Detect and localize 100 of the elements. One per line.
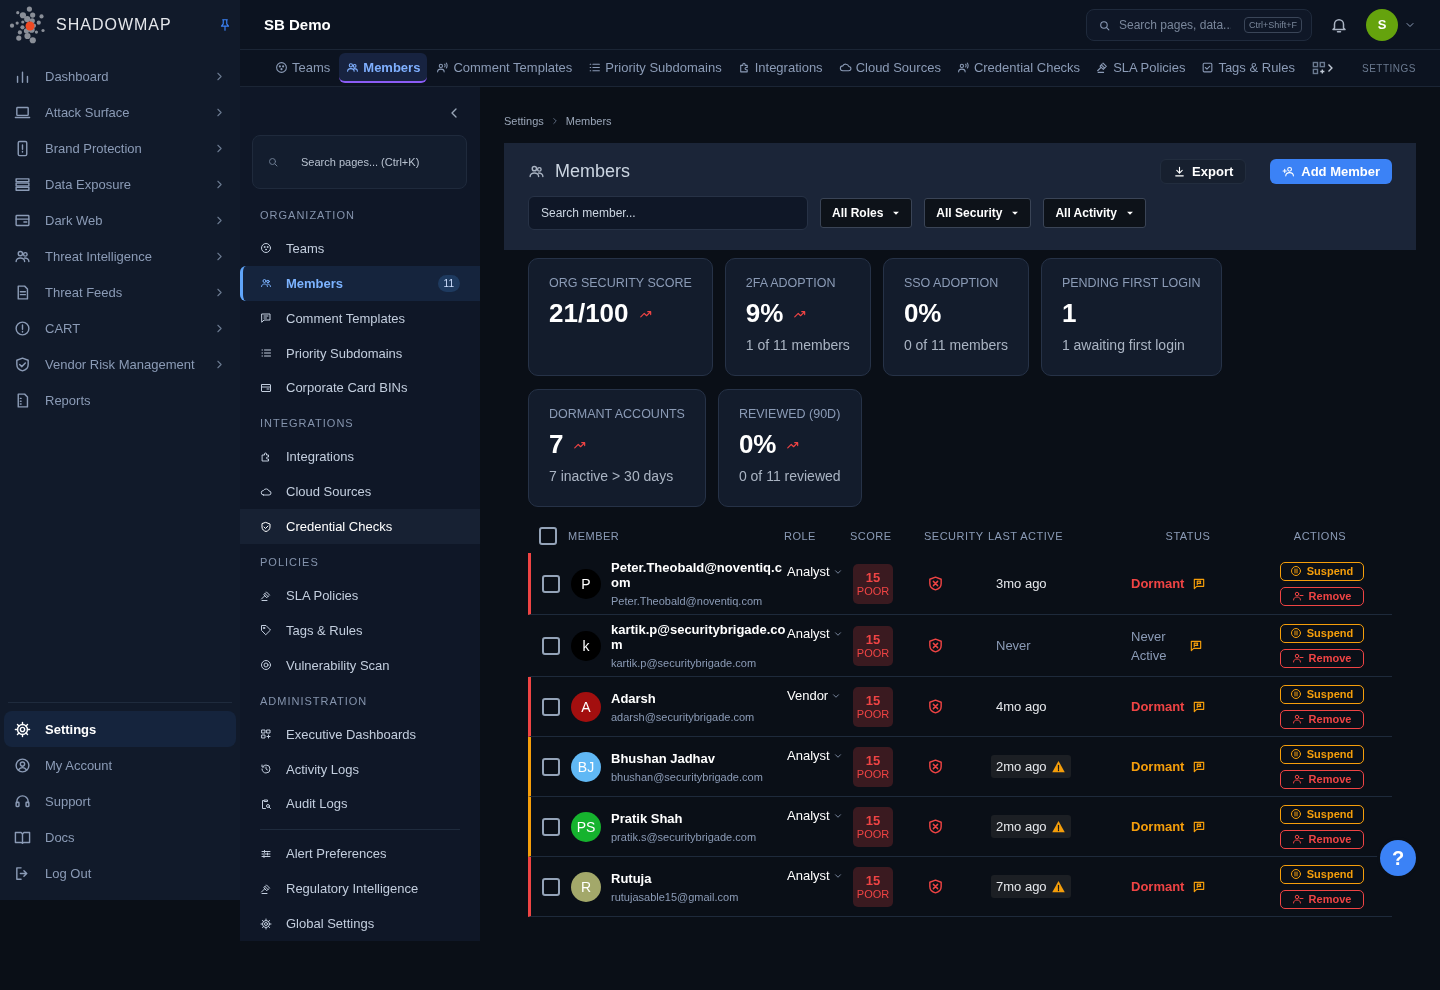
sidebar-item[interactable]: Dark Web xyxy=(4,202,236,238)
checkbox[interactable] xyxy=(542,697,560,716)
nav-item[interactable]: Audit Logs xyxy=(240,786,480,822)
checkbox[interactable] xyxy=(542,636,560,655)
column-header: MEMBER xyxy=(568,530,621,542)
checkbox[interactable] xyxy=(542,574,560,593)
role-dropdown[interactable]: Analyst xyxy=(787,626,853,641)
sidebar-item[interactable]: Settings xyxy=(4,711,236,747)
comment-flag-icon[interactable] xyxy=(1192,576,1207,591)
remove-button[interactable]: Remove xyxy=(1279,586,1364,606)
search-field[interactable]: Search member... xyxy=(528,196,808,230)
role-dropdown[interactable]: Analyst xyxy=(787,748,853,763)
pin-icon[interactable] xyxy=(218,18,232,32)
people-icon xyxy=(528,163,545,180)
tab[interactable]: Integrations xyxy=(730,53,830,83)
suspend-button[interactable]: Suspend xyxy=(1279,864,1364,884)
role-dropdown[interactable]: Analyst xyxy=(787,564,853,579)
nav-item[interactable]: Integrations xyxy=(240,439,480,475)
sidebar-item[interactable]: Support xyxy=(4,783,236,819)
nav-item[interactable]: Credential Checks xyxy=(240,509,480,545)
nav-item[interactable]: Members 11 xyxy=(240,265,480,301)
last-active: 4mo ago xyxy=(995,698,1048,716)
sidebar-item[interactable]: Reports xyxy=(4,382,236,418)
puzzle-icon xyxy=(737,60,751,74)
filter-dropdown[interactable]: All Roles xyxy=(820,198,913,228)
role-dropdown[interactable]: Vendor xyxy=(787,688,853,703)
breadcrumb-link[interactable]: Members xyxy=(565,115,612,127)
sidebar-item[interactable]: CART xyxy=(4,310,236,346)
nav-item[interactable]: Priority Subdomains xyxy=(240,335,480,371)
role-dropdown[interactable]: Analyst xyxy=(787,808,853,823)
face-icon xyxy=(275,60,288,74)
comment-flag-icon[interactable] xyxy=(1189,638,1203,653)
user-plus-icon xyxy=(1282,165,1296,178)
stat-note: 0 of 11 members xyxy=(903,337,1008,353)
target-icon xyxy=(260,659,272,672)
nav-item[interactable]: Comment Templates xyxy=(240,300,480,336)
comment-flag-icon[interactable] xyxy=(1192,759,1207,774)
tab[interactable]: Comment Templates xyxy=(429,53,580,83)
sidebar-item[interactable]: Threat Feeds xyxy=(4,274,236,310)
nav-item[interactable]: Teams xyxy=(240,230,480,266)
tab[interactable]: Teams xyxy=(268,53,338,83)
remove-button[interactable]: Remove xyxy=(1279,769,1364,789)
nav-item[interactable]: SLA Policies xyxy=(240,578,480,613)
tab[interactable]: Members xyxy=(339,53,428,83)
checkbox[interactable] xyxy=(542,757,560,776)
remove-button[interactable]: Remove xyxy=(1279,648,1364,668)
comment-flag-icon[interactable] xyxy=(1192,879,1207,894)
sidebar-item[interactable]: My Account xyxy=(4,747,236,783)
stat-note: 1 of 11 members xyxy=(745,337,850,353)
nav-item[interactable]: Alert Preferences xyxy=(240,836,480,872)
remove-button[interactable]: Remove xyxy=(1279,709,1364,729)
nav-item[interactable]: Global Settings xyxy=(240,906,480,941)
filter-dropdown[interactable]: All Activity xyxy=(1043,198,1146,228)
export-button[interactable]: Export xyxy=(1160,159,1247,184)
suspend-button[interactable]: Suspend xyxy=(1279,804,1364,824)
checkbox[interactable] xyxy=(542,877,560,896)
suspend-button[interactable]: Suspend xyxy=(1279,561,1364,581)
section-caption: SETTINGS xyxy=(1362,62,1416,74)
sidebar-item[interactable]: Vendor Risk Management xyxy=(4,346,236,382)
sidebar-item[interactable]: Brand Protection xyxy=(4,130,236,166)
nav-item[interactable]: Corporate Card BINs xyxy=(240,370,480,406)
filter-dropdown[interactable]: All Security xyxy=(924,198,1032,228)
nav-item[interactable]: Executive Dashboards xyxy=(240,716,480,752)
suspend-button[interactable]: Suspend xyxy=(1279,744,1364,764)
nav-item[interactable]: Regulatory Intelligence xyxy=(240,871,480,907)
nav-item[interactable]: Tags & Rules xyxy=(240,612,480,648)
sidebar-item[interactable]: Attack Surface xyxy=(4,94,236,130)
suspend-button[interactable]: Suspend xyxy=(1279,623,1364,643)
role-dropdown[interactable]: Analyst xyxy=(787,868,853,883)
panel-title: Members xyxy=(555,161,631,182)
nav-item[interactable]: Vulnerability Scan xyxy=(240,647,480,683)
tab[interactable]: Credential Checks xyxy=(949,53,1088,83)
sidebar-item[interactable]: Dashboard xyxy=(4,58,236,94)
comment-flag-icon[interactable] xyxy=(1192,699,1207,714)
score-badge: 15 POOR xyxy=(853,866,893,907)
suspend-button[interactable]: Suspend xyxy=(1279,684,1364,704)
remove-button[interactable]: Remove xyxy=(1279,829,1364,849)
sidebar-item[interactable]: Log Out xyxy=(4,855,236,891)
status-text: Dormant xyxy=(1131,759,1185,774)
card-icon xyxy=(260,381,272,394)
add-button[interactable]: Add Member xyxy=(1270,159,1392,184)
more-tabs-icon[interactable] xyxy=(1312,61,1334,75)
sidebar-item[interactable]: Data Exposure xyxy=(4,166,236,202)
tab[interactable]: SLA Policies xyxy=(1089,53,1193,83)
help-button[interactable]: ? xyxy=(1380,840,1416,876)
checkbox[interactable] xyxy=(542,817,560,836)
sidebar-item[interactable]: Docs xyxy=(4,819,236,855)
checkbox[interactable] xyxy=(539,527,557,545)
avatar: A xyxy=(571,691,601,722)
sidebar-item[interactable]: Threat Intelligence xyxy=(4,238,236,274)
breadcrumb-link[interactable]: Settings xyxy=(504,115,544,127)
remove-button[interactable]: Remove xyxy=(1279,889,1364,909)
nav-item[interactable]: Activity Logs xyxy=(240,751,480,787)
nav-item[interactable]: Cloud Sources xyxy=(240,474,480,510)
tab[interactable]: Priority Subdomains xyxy=(581,53,729,83)
people-icon xyxy=(346,60,360,74)
tab[interactable]: Cloud Sources xyxy=(831,53,948,83)
tab[interactable]: Tags & Rules xyxy=(1194,53,1302,83)
comment-flag-icon[interactable] xyxy=(1192,819,1207,834)
search-field[interactable]: Search pages... (Ctrl+K) xyxy=(252,134,467,189)
